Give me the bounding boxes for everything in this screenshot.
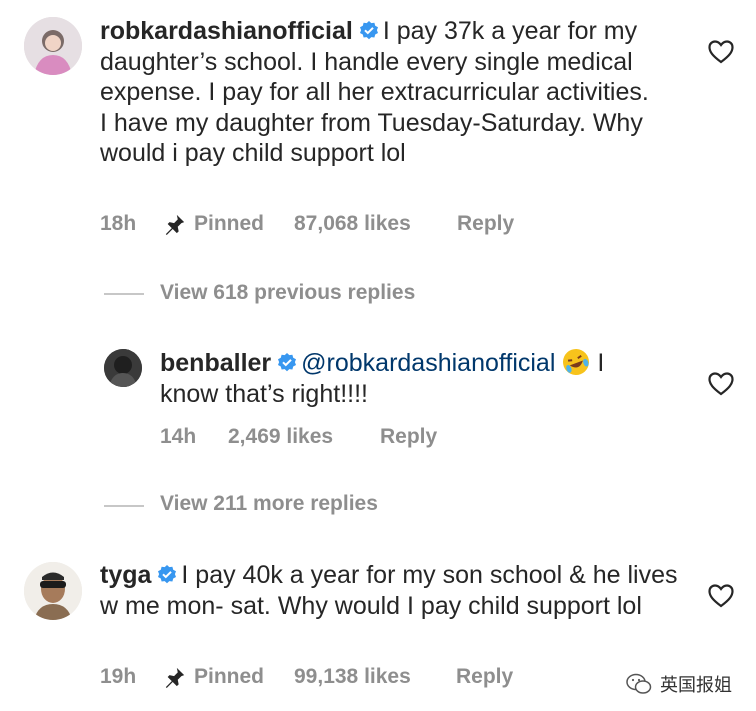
likes-count[interactable]: 87,068 likes <box>294 212 457 236</box>
comment-text-3: tyga I pay 40k a year for my son school &… <box>100 560 680 621</box>
comment-meta-1: 18h Pinned 87,068 likes Reply <box>100 212 514 236</box>
avatar-benballer[interactable] <box>104 349 142 387</box>
rolling-laughing-emoji-icon <box>563 349 590 375</box>
avatar-image <box>104 349 142 387</box>
view-more-replies-link[interactable]: View 211 more replies <box>160 492 378 516</box>
view-previous-replies-link[interactable]: View 618 previous replies <box>160 281 415 305</box>
comment-body-end: I <box>597 349 605 377</box>
verified-badge-icon <box>158 565 177 584</box>
comment-body-line2: know that’s right!!!! <box>160 379 368 408</box>
avatar-image <box>24 17 82 75</box>
pin-icon <box>165 667 185 688</box>
username-robkardashianofficial[interactable]: robkardashianofficial <box>100 17 353 45</box>
comment-text-2: benballer @robkardashianofficial Iknow tha… <box>160 347 660 409</box>
comment-time: 19h <box>100 665 137 688</box>
reply-button[interactable]: Reply <box>457 212 514 236</box>
view-replies-divider <box>104 293 144 295</box>
pinned-label: Pinned <box>194 665 265 688</box>
likes-count[interactable]: 99,138 likes <box>294 665 456 689</box>
comment-meta-3: 19h Pinned 99,138 likes Reply <box>100 665 513 689</box>
watermark-text: 英国报姐 <box>660 675 732 695</box>
username-tyga[interactable]: tyga <box>100 561 151 589</box>
comment-meta-2: 14h 2,469 likes Reply <box>160 425 437 449</box>
likes-count[interactable]: 2,469 likes <box>228 425 380 449</box>
like-heart-icon[interactable] <box>708 372 734 396</box>
verified-badge-icon <box>278 353 297 372</box>
comment-time: 14h <box>160 425 197 448</box>
avatar-robkardashianofficial[interactable] <box>24 17 82 75</box>
comment-body: I pay 40k a year for my son school & he … <box>100 561 678 620</box>
watermark: 英国报姐 <box>626 671 732 697</box>
reply-button[interactable]: Reply <box>456 665 513 689</box>
username-benballer[interactable]: benballer <box>160 349 271 377</box>
reply-button[interactable]: Reply <box>380 425 437 449</box>
verified-badge-icon <box>359 21 378 40</box>
avatar-image <box>24 562 82 620</box>
like-heart-icon[interactable] <box>708 584 734 608</box>
comment-text-1: robkardashianofficial I pay 37k a year fo… <box>100 16 660 169</box>
wechat-icon <box>626 673 652 694</box>
avatar-tyga[interactable] <box>24 562 82 620</box>
comment-time: 18h <box>100 212 137 235</box>
pin-icon <box>165 214 185 235</box>
mention-link[interactable]: @robkardashianofficial <box>301 349 555 377</box>
view-replies-divider <box>104 505 144 507</box>
pinned-label: Pinned <box>194 212 265 235</box>
like-heart-icon[interactable] <box>708 40 734 64</box>
